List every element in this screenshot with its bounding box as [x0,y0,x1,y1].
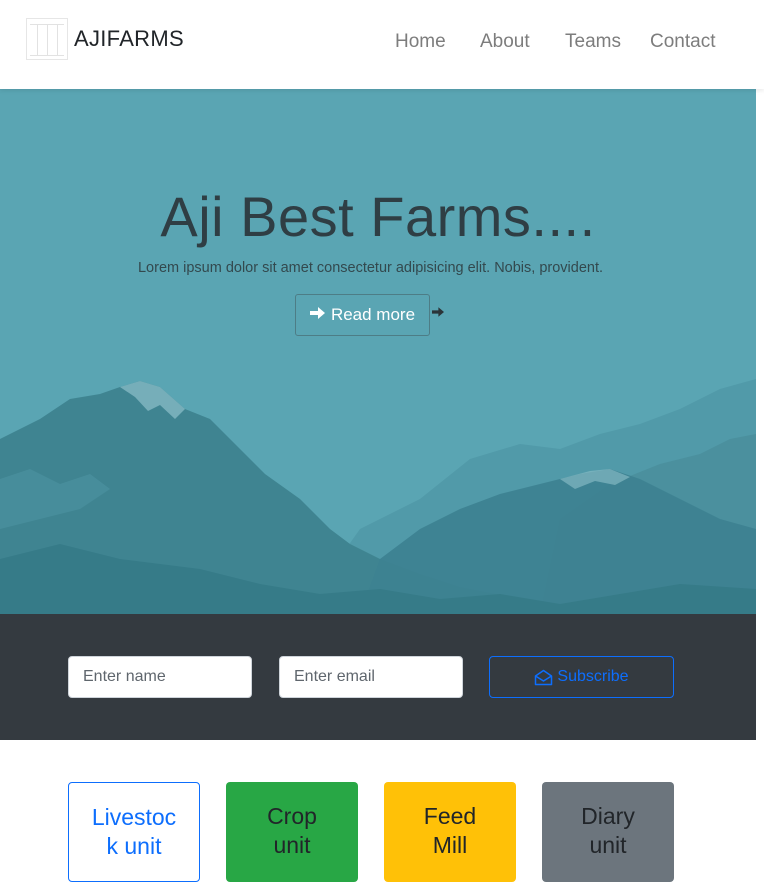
subscribe-section: Subscribe [0,614,756,740]
card-title-line2: Mill [432,832,468,858]
card-title-line1: Livestoc [91,804,177,830]
hero-title: Aji Best Farms.... [160,185,596,248]
nav-link-home[interactable]: Home [395,31,446,53]
hero-subtitle: Lorem ipsum dolor sit amet consectetur a… [137,260,604,276]
card-title-line2: unit [589,832,627,858]
navbar: AJIFARMS Home About Teams Contact [0,0,764,89]
brand[interactable]: AJIFARMS [26,18,184,60]
read-more-label: Read more [330,305,416,324]
read-more-button[interactable]: Read more [295,294,430,336]
card-title-line2: k unit [106,833,162,859]
arrow-right-icon [309,305,325,325]
nav-link-about[interactable]: About [480,31,530,53]
card-diary-unit[interactable]: Diary unit [542,782,674,882]
subscribe-label: Subscribe [557,668,629,685]
card-title-line1: Diary [581,803,635,829]
envelope-open-icon [535,669,553,685]
nav-link-teams[interactable]: Teams [565,31,621,53]
card-livestock-unit[interactable]: Livestoc k unit [68,782,200,882]
mountain-background [0,379,756,614]
email-input[interactable] [279,656,463,698]
arrow-right-icon [432,303,444,322]
logo-icon [26,18,68,60]
card-title-line1: Feed [423,803,477,829]
hero-section: Aji Best Farms.... Lorem ipsum dolor sit… [0,89,756,614]
card-title-line1: Crop [267,803,317,829]
name-input[interactable] [68,656,252,698]
card-title-line2: unit [273,832,311,858]
card-feed-mill[interactable]: Feed Mill [384,782,516,882]
nav-link-contact[interactable]: Contact [650,31,715,53]
subscribe-button[interactable]: Subscribe [489,656,674,698]
brand-name: AJIFARMS [74,26,184,51]
card-crop-unit[interactable]: Crop unit [226,782,358,882]
